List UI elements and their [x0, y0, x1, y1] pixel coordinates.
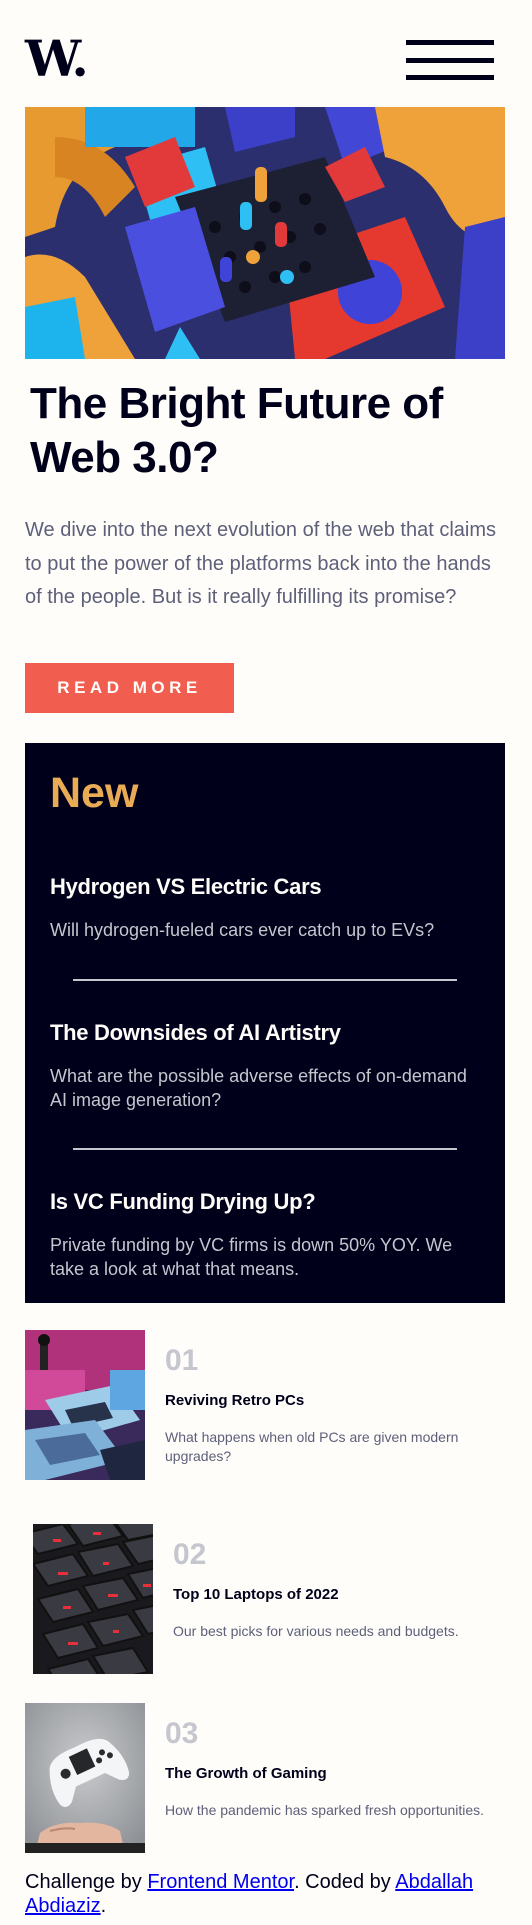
frontend-mentor-link[interactable]: Frontend Mentor — [147, 1871, 294, 1893]
article-number: 03 — [165, 1717, 199, 1750]
new-item-description: Private funding by VC firms is down 50% … — [50, 1235, 453, 1279]
article-thumbnail-retro-pcs — [25, 1330, 145, 1480]
article-title[interactable]: Top 10 Laptops of 2022 — [173, 1585, 339, 1605]
hero-image — [25, 107, 505, 359]
hero-description: We dive into the next evolution of the w… — [25, 519, 497, 608]
footer-middle: . Coded by — [294, 1871, 396, 1893]
footer-suffix: . — [100, 1895, 107, 1917]
article-title[interactable]: Reviving Retro PCs — [165, 1391, 304, 1411]
new-section-title: New — [50, 769, 139, 817]
article-item: 03 The Growth of Gaming How the pandemic… — [25, 1703, 505, 1853]
new-section: New Hydrogen VS Electric Cars Will hydro… — [25, 743, 505, 1303]
article-description: How the pandemic has sparked fresh oppor… — [165, 1802, 485, 1818]
new-divider — [73, 979, 457, 981]
article-number: 01 — [165, 1344, 199, 1377]
new-item-description: Will hydrogen-fueled cars ever catch up … — [50, 920, 435, 940]
attribution-footer: Challenge by Frontend Mentor. Coded by A… — [25, 1870, 505, 1918]
hamburger-menu-icon[interactable] — [406, 40, 494, 82]
new-item-title[interactable]: Hydrogen VS Electric Cars — [50, 873, 322, 901]
new-divider — [73, 1148, 457, 1150]
site-logo[interactable]: W. — [25, 32, 89, 86]
new-item-description: What are the possible adverse effects of… — [50, 1066, 467, 1110]
article-item: 02 Top 10 Laptops of 2022 Our best picks… — [33, 1524, 513, 1674]
article-number: 02 — [173, 1538, 207, 1571]
article-thumbnail-gaming — [25, 1703, 145, 1853]
article-description: What happens when old PCs are given mode… — [165, 1429, 459, 1464]
article-title[interactable]: The Growth of Gaming — [165, 1764, 327, 1784]
new-item-title[interactable]: Is VC Funding Drying Up? — [50, 1188, 316, 1216]
footer-prefix: Challenge by — [25, 1871, 148, 1893]
hero-title: The Bright Future of Web 3.0? — [30, 379, 443, 482]
read-more-button[interactable]: READ MORE — [25, 663, 234, 713]
article-thumbnail-laptops — [33, 1524, 153, 1674]
new-item-title[interactable]: The Downsides of AI Artistry — [50, 1019, 341, 1047]
article-item: 01 Reviving Retro PCs What happens when … — [25, 1330, 505, 1480]
article-description: Our best picks for various needs and bud… — [173, 1623, 459, 1639]
